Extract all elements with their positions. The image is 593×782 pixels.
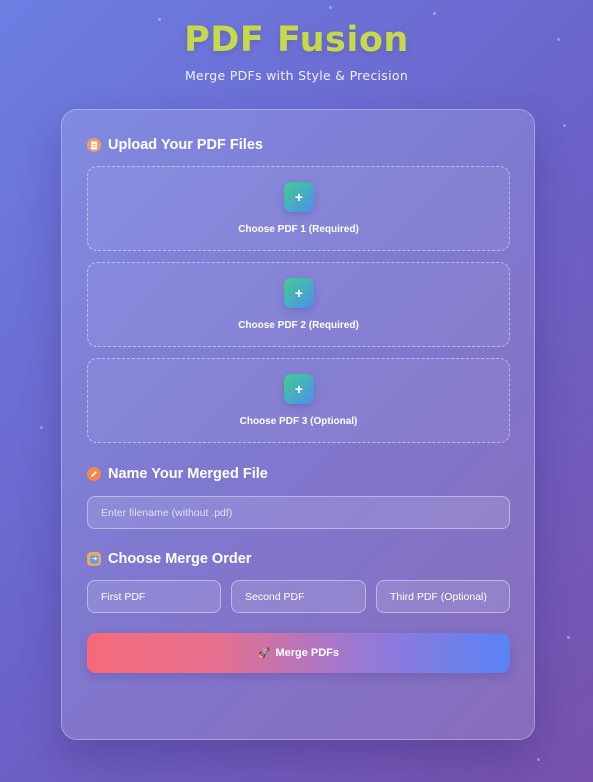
background-star [563, 124, 566, 127]
upload-pdf-1[interactable]: + Choose PDF 1 (Required) [87, 166, 510, 251]
add-pdf-2-button[interactable]: + [284, 278, 314, 308]
third-pdf-select[interactable]: Third PDF (Optional) [376, 580, 510, 613]
merge-button-label: Merge PDFs [275, 647, 340, 659]
upload-pdf-2-label: Choose PDF 2 (Required) [238, 320, 359, 331]
upload-section-label: Upload Your PDF Files [108, 137, 263, 153]
upload-pdf-1-label: Choose PDF 1 (Required) [238, 224, 359, 235]
upload-pdf-3[interactable]: + Choose PDF 3 (Optional) [87, 358, 510, 443]
order-section-label: Choose Merge Order [108, 551, 252, 567]
upload-section-title: Upload Your PDF Files [87, 137, 263, 153]
order-section-title: Choose Merge Order [87, 551, 251, 567]
document-icon [87, 138, 101, 152]
background-star [329, 6, 332, 9]
upload-pdf-3-label: Choose PDF 3 (Optional) [239, 416, 358, 427]
app-subtitle: Merge PDFs with Style & Precision [184, 68, 409, 83]
background-star [433, 12, 436, 15]
merge-pdfs-button[interactable]: 🚀 Merge PDFs [87, 633, 510, 673]
upload-pdf-2[interactable]: + Choose PDF 2 (Required) [87, 262, 510, 347]
name-section-label: Name Your Merged File [108, 466, 268, 482]
background-star [567, 636, 570, 639]
add-pdf-1-button[interactable]: + [284, 182, 314, 212]
pencil-icon [87, 467, 101, 481]
rocket-icon: 🚀 [257, 647, 271, 659]
filename-input[interactable] [87, 496, 510, 529]
app-title: PDF Fusion [184, 20, 409, 60]
order-icon [87, 552, 101, 566]
first-pdf-select[interactable]: First PDF [87, 580, 221, 613]
background-star [537, 758, 540, 761]
background-star [40, 426, 43, 429]
name-section-title: Name Your Merged File [87, 466, 268, 482]
add-pdf-3-button[interactable]: + [284, 374, 314, 404]
second-pdf-select[interactable]: Second PDF [231, 580, 366, 613]
